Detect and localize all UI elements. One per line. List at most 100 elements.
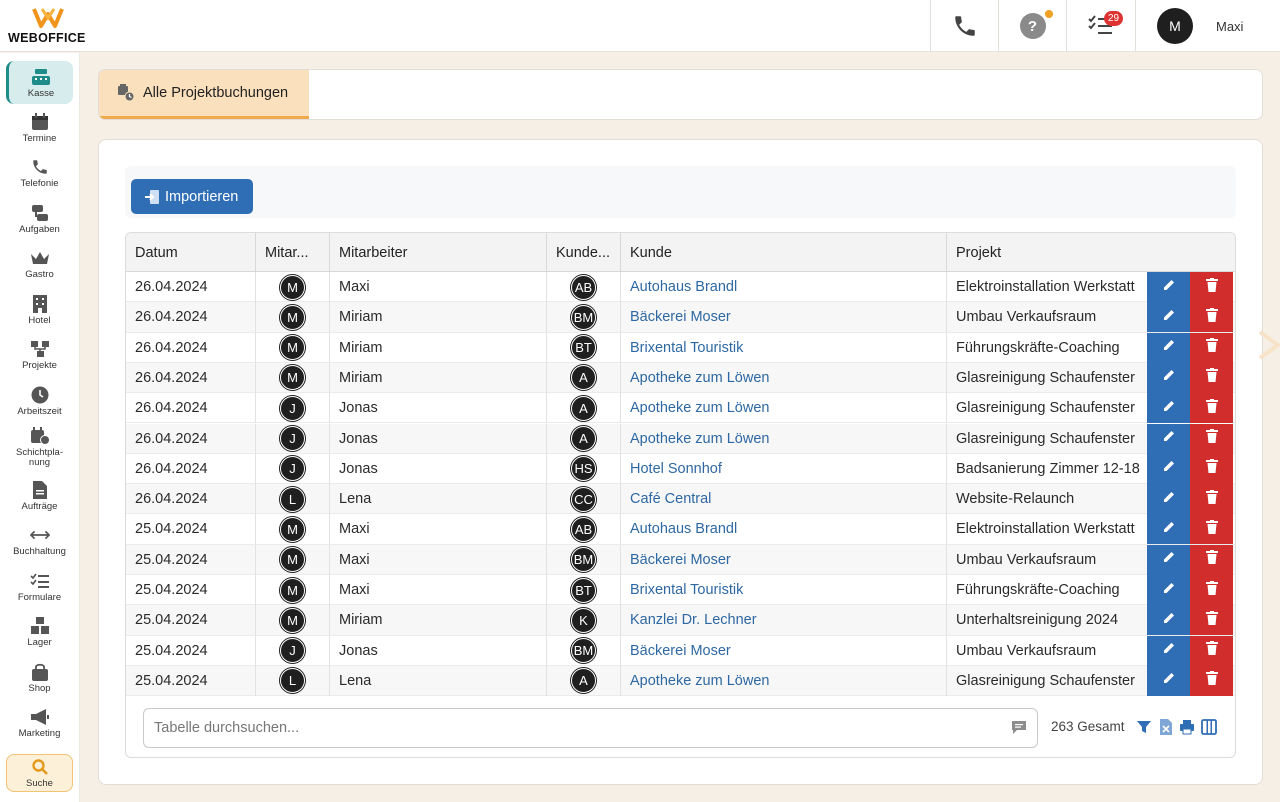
delete-button[interactable] <box>1190 544 1233 575</box>
tab-alle-projektbuchungen[interactable]: Alle Projektbuchungen <box>99 70 309 119</box>
column-header-projekt[interactable]: Projekt <box>947 233 1235 272</box>
table-row[interactable]: 25.04.2024 M Maxi AB Autohaus Brandl Elektroi… <box>126 514 1235 545</box>
delete-button[interactable] <box>1190 635 1233 666</box>
edit-button[interactable] <box>1147 332 1190 363</box>
delete-button[interactable] <box>1190 362 1233 393</box>
user-menu[interactable]: M Maxi <box>1135 0 1280 52</box>
table-row[interactable]: 26.04.2024 J Jonas A Apotheke zum Löwen Glasr… <box>126 423 1235 454</box>
sidebar-item-telefonie[interactable]: Telefonie <box>6 151 73 194</box>
sidebar-item-lager[interactable]: Lager <box>6 610 73 653</box>
import-button[interactable]: Importieren <box>131 179 253 214</box>
table-row[interactable]: 26.04.2024 M Maxi AB Autohaus Brandl Elektroi… <box>126 272 1235 303</box>
sidebar-item-projekte[interactable]: Projekte <box>6 333 73 376</box>
column-header-datum[interactable]: Datum <box>126 233 256 272</box>
edit-button[interactable] <box>1147 453 1190 484</box>
sidebar-item-marketing[interactable]: Marketing <box>6 701 73 744</box>
column-header-kunde-avatar[interactable]: Kunde... <box>547 233 621 272</box>
sidebar-item-arbeitszeit[interactable]: Arbeitszeit <box>6 379 73 422</box>
delete-button[interactable] <box>1190 665 1233 696</box>
customer-link[interactable]: Autohaus Brandl <box>621 514 947 545</box>
customer-link[interactable]: Brixental Touristik <box>621 332 947 363</box>
delete-button[interactable] <box>1190 393 1233 424</box>
sidebar-item-hotel[interactable]: Hotel <box>6 288 73 331</box>
delete-button[interactable] <box>1190 605 1233 636</box>
sidebar-item-auftraege[interactable]: Aufträge <box>6 474 73 517</box>
customer-link[interactable]: Kanzlei Dr. Lechner <box>621 605 947 636</box>
delete-button[interactable] <box>1190 302 1233 333</box>
sidebar-item-buchhaltung[interactable]: Buchhaltung <box>6 519 73 562</box>
delete-button[interactable] <box>1190 423 1233 454</box>
sidebar-item-label: Arbeitszeit <box>17 405 62 417</box>
weboffice-logo[interactable]: WEBOFFICE <box>8 6 88 46</box>
customer-link[interactable]: Bäckerei Moser <box>621 544 947 575</box>
customer-link[interactable]: Bäckerei Moser <box>621 635 947 666</box>
column-header-mitarbeiter-avatar[interactable]: Mitar... <box>256 233 330 272</box>
table-row[interactable]: 26.04.2024 M Miriam BT Brixental Touristik Fü… <box>126 332 1235 363</box>
table-row[interactable]: 26.04.2024 J Jonas A Apotheke zum Löwen Glasr… <box>126 393 1235 424</box>
table-row[interactable]: 26.04.2024 L Lena CC Café Central Website-Rel… <box>126 484 1235 515</box>
table-search-field[interactable] <box>143 708 1038 748</box>
edit-button[interactable] <box>1147 544 1190 575</box>
sidebar-item-schichtplanung[interactable]: Schichtpla-nung <box>6 424 73 470</box>
sidebar-item-formulare[interactable]: Formulare <box>6 565 73 608</box>
table-row[interactable]: 26.04.2024 J Jonas HS Hotel Sonnhof Badsanier… <box>126 453 1235 485</box>
customer-link[interactable]: Bäckerei Moser <box>621 302 947 333</box>
customer-link[interactable]: Apotheke zum Löwen <box>621 423 947 454</box>
edit-button[interactable] <box>1147 423 1190 454</box>
column-header-mitarbeiter[interactable]: Mitarbeiter <box>330 233 547 272</box>
print-icon[interactable] <box>1179 719 1195 735</box>
table-row[interactable]: 25.04.2024 L Lena A Apotheke zum Löwen Glasre… <box>126 665 1235 697</box>
delete-button[interactable] <box>1190 453 1233 484</box>
edit-button[interactable] <box>1147 514 1190 545</box>
columns-icon[interactable] <box>1201 719 1217 735</box>
edit-button[interactable] <box>1147 665 1190 696</box>
sidebar-item-kasse[interactable]: Kasse <box>6 61 73 104</box>
sidebar-item-termine[interactable]: Termine <box>6 106 73 149</box>
table-row[interactable]: 25.04.2024 M Maxi BM Bäckerei Moser Umbau Ver… <box>126 544 1235 575</box>
cell-datum: 26.04.2024 <box>126 453 256 484</box>
edit-button[interactable] <box>1147 605 1190 636</box>
table-row[interactable]: 25.04.2024 M Maxi BT Brixental Touristik Führ… <box>126 575 1235 606</box>
edit-button[interactable] <box>1147 272 1190 302</box>
trash-icon <box>1205 429 1218 448</box>
delete-button[interactable] <box>1190 575 1233 605</box>
tab-label: Alle Projektbuchungen <box>143 85 289 101</box>
column-header-kunde[interactable]: Kunde <box>621 233 947 272</box>
bookings-table: Datum Mitar... Mitarbeiter Kunde... Kund… <box>125 232 1236 758</box>
customer-link[interactable]: Hotel Sonnhof <box>621 453 947 484</box>
table-search-input[interactable] <box>144 709 1004 747</box>
sidebar-item-suche[interactable]: Suche <box>6 754 73 792</box>
cell-datum: 26.04.2024 <box>126 272 256 302</box>
sidebar-item-shop[interactable]: Shop <box>6 656 73 699</box>
comment-icon[interactable] <box>1011 720 1027 735</box>
edit-button[interactable] <box>1147 575 1190 605</box>
customer-link[interactable]: Apotheke zum Löwen <box>621 362 947 393</box>
help-button[interactable]: ? <box>998 0 1066 52</box>
sidebar-item-gastro[interactable]: Gastro <box>6 242 73 285</box>
excel-export-icon[interactable] <box>1158 719 1174 735</box>
delete-button[interactable] <box>1190 332 1233 363</box>
cell-mitarbeiter-avatar: J <box>256 635 330 666</box>
edit-button[interactable] <box>1147 393 1190 424</box>
customer-link[interactable]: Brixental Touristik <box>621 575 947 605</box>
table-row[interactable]: 25.04.2024 J Jonas BM Bäckerei Moser Umbau Ve… <box>126 635 1235 666</box>
table-row[interactable]: 26.04.2024 M Miriam A Apotheke zum Löwen Glas… <box>126 362 1235 394</box>
tasks-button[interactable] <box>1066 0 1135 52</box>
filter-icon[interactable] <box>1136 719 1152 735</box>
customer-link[interactable]: Apotheke zum Löwen <box>621 393 947 424</box>
edit-button[interactable] <box>1147 362 1190 393</box>
delete-button[interactable] <box>1190 484 1233 515</box>
customer-link[interactable]: Café Central <box>621 484 947 515</box>
phone-button[interactable] <box>930 0 998 52</box>
trash-icon <box>1205 610 1218 630</box>
table-row[interactable]: 25.04.2024 M Miriam K Kanzlei Dr. Lechner Unt… <box>126 605 1235 636</box>
delete-button[interactable] <box>1190 272 1233 302</box>
table-row[interactable]: 26.04.2024 M Miriam BM Bäckerei Moser Umbau V… <box>126 302 1235 333</box>
customer-link[interactable]: Autohaus Brandl <box>621 272 947 302</box>
sidebar-item-aufgaben[interactable]: Aufgaben <box>6 197 73 240</box>
edit-button[interactable] <box>1147 635 1190 666</box>
delete-button[interactable] <box>1190 514 1233 545</box>
edit-button[interactable] <box>1147 484 1190 515</box>
edit-button[interactable] <box>1147 302 1190 333</box>
customer-link[interactable]: Apotheke zum Löwen <box>621 665 947 696</box>
